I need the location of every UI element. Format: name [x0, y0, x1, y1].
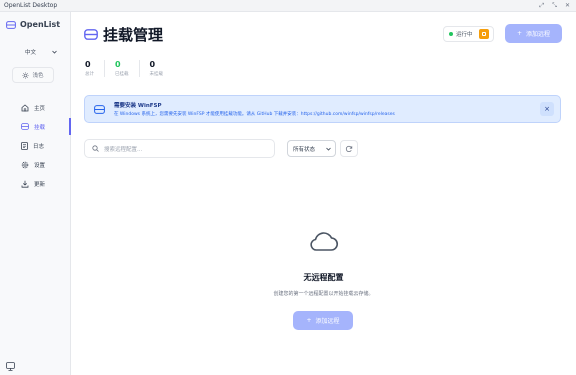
- stat-unmounted: 0 未挂载: [150, 60, 174, 77]
- add-remote-empty-button[interactable]: + 添加远程: [293, 311, 353, 330]
- search-input[interactable]: 搜索远程配置...: [84, 139, 275, 158]
- close-window-icon[interactable]: ✕: [565, 2, 570, 10]
- sidebar-item-label: 更新: [34, 181, 46, 188]
- chevron-down-icon: [52, 50, 57, 54]
- sidebar-nav: 主页 挂载 日志 设置 更新: [0, 98, 71, 193]
- filter-value: 所有状态: [293, 146, 316, 153]
- sidebar-item-home[interactable]: 主页: [0, 98, 71, 117]
- dismiss-banner-button[interactable]: ×: [540, 102, 554, 116]
- banner-text: 在 Windows 系统上，您需要先安装 WinFSP 才能使用挂载功能。请从 …: [114, 112, 395, 117]
- stats-row: 0 总计 0 已挂载 0 未挂载: [85, 60, 173, 77]
- theme-toggle-button[interactable]: 浅色: [12, 67, 54, 83]
- window-title: OpenList Desktop: [4, 2, 58, 9]
- empty-state-subtitle: 创建您的第一个远程配置以开始挂载云存储。: [273, 291, 374, 297]
- title-bar: OpenList Desktop ⤢ ⤡ ✕: [0, 0, 576, 12]
- page-title-text: 挂载管理: [103, 26, 164, 44]
- window-controls: ⤢ ⤡ ✕: [539, 2, 572, 10]
- sidebar-item-label: 主页: [34, 105, 46, 112]
- app-logo: OpenList: [6, 20, 60, 29]
- stat-label: 已挂载: [115, 72, 129, 77]
- page-title: 挂载管理: [84, 24, 163, 45]
- stop-service-button[interactable]: [478, 29, 489, 39]
- sidebar-item-label: 挂载: [34, 124, 46, 131]
- stat-value: 0: [85, 60, 91, 69]
- stat-mounted: 0 已挂载: [115, 60, 140, 77]
- sidebar-item-logs[interactable]: 日志: [0, 136, 71, 155]
- empty-state-title: 无远程配置: [303, 273, 344, 282]
- add-remote-label: 添加远程: [526, 31, 551, 38]
- status-filter-select[interactable]: 所有状态: [287, 140, 336, 157]
- chevron-down-icon: [326, 147, 331, 151]
- main-content: 挂载管理 运行中 + 添加远程 0 总计 0 已挂载 0 未挂载 需要安装 Wi…: [71, 12, 576, 375]
- stat-value: 0: [149, 60, 156, 69]
- sidebar-item-label: 日志: [33, 143, 45, 150]
- search-icon: [92, 145, 99, 152]
- stat-total: 0 总计: [85, 60, 105, 77]
- stat-label: 未挂载: [149, 72, 164, 77]
- service-status-badge: 运行中: [443, 26, 494, 42]
- gear-icon: [21, 161, 29, 168]
- cloud-outline-icon: [310, 232, 339, 251]
- status-text: 运行中: [456, 32, 473, 38]
- sun-icon: [22, 71, 30, 79]
- stat-value: 0: [115, 60, 121, 69]
- language-value: 中文: [25, 50, 37, 56]
- plus-icon: +: [516, 30, 522, 37]
- sidebar-item-mount[interactable]: 挂载: [0, 117, 71, 136]
- refresh-button[interactable]: [340, 140, 358, 157]
- add-remote-label: 添加远程: [315, 318, 340, 325]
- banner-title: 需要安装 WinFSP: [114, 103, 162, 109]
- terminal-icon[interactable]: [6, 362, 15, 371]
- language-select[interactable]: 中文: [10, 46, 60, 58]
- theme-label: 浅色: [32, 73, 44, 79]
- sidebar-item-update[interactable]: 更新: [0, 174, 71, 193]
- cloud-icon: [21, 123, 29, 130]
- sidebar-item-label: 设置: [34, 162, 46, 169]
- expand-icon[interactable]: ⤢: [539, 2, 544, 10]
- app-name: OpenList: [20, 20, 61, 29]
- status-dot: [449, 32, 453, 36]
- sidebar: OpenList 中文 浅色 主页 挂载 日志 设置 更新: [0, 12, 71, 375]
- drive-icon: [94, 105, 105, 114]
- download-icon: [21, 180, 29, 188]
- search-placeholder: 搜索远程配置...: [104, 146, 143, 153]
- refresh-icon: [345, 145, 353, 152]
- close-icon: ×: [544, 105, 550, 113]
- stop-icon: [481, 32, 486, 36]
- plus-icon: +: [306, 317, 312, 324]
- add-remote-button[interactable]: + 添加远程: [505, 24, 562, 43]
- document-icon: [21, 141, 28, 150]
- stat-label: 总计: [85, 72, 94, 77]
- sidebar-item-settings[interactable]: 设置: [0, 155, 71, 174]
- restore-icon[interactable]: ⤡: [552, 2, 557, 10]
- cloud-icon: [84, 29, 98, 40]
- cloud-logo-icon: [6, 20, 16, 29]
- winfsp-notice-banner: 需要安装 WinFSP 在 Windows 系统上，您需要先安装 WinFSP …: [84, 95, 561, 123]
- home-icon: [21, 103, 29, 111]
